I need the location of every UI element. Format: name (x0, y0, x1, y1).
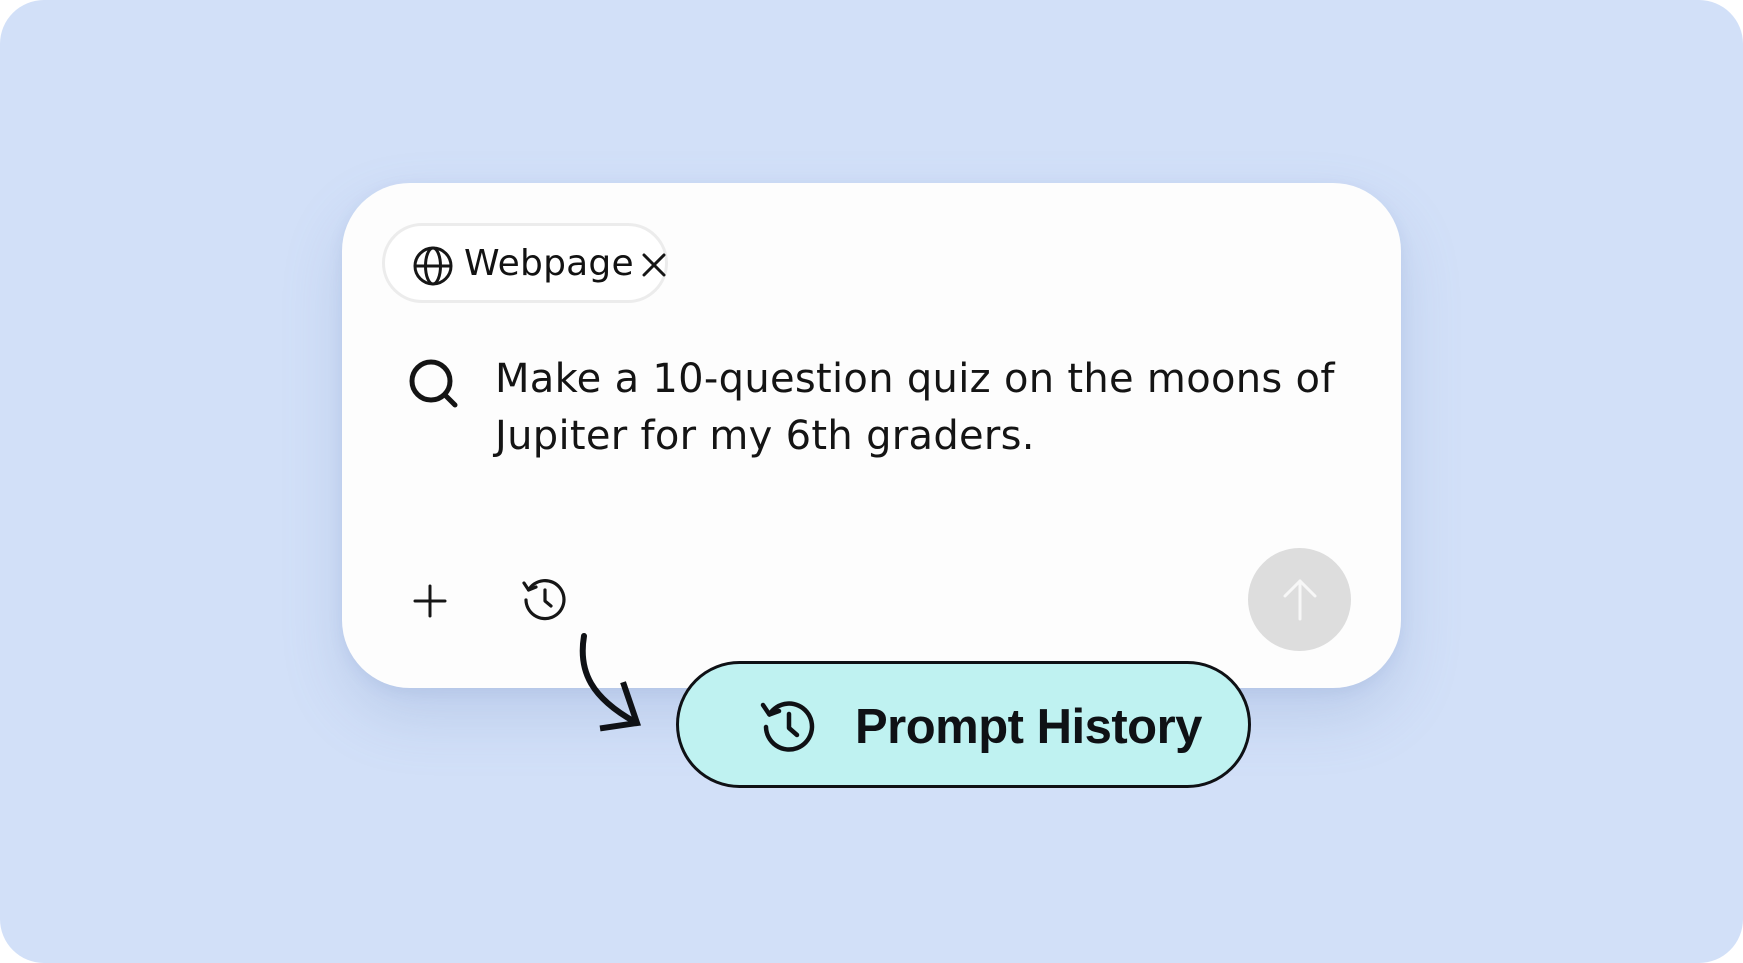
globe-icon (413, 246, 453, 286)
curved-arrow-icon (579, 633, 642, 732)
prompt-history-callout: Prompt History (676, 661, 1251, 788)
history-icon (760, 701, 815, 752)
send-button[interactable] (1248, 548, 1351, 651)
callout-label: Prompt History (855, 700, 1202, 754)
arrow-up-icon (1283, 579, 1317, 621)
canvas-background: Webpage Make a 10-question quiz on the m… (0, 0, 1743, 963)
search-icon (409, 359, 458, 408)
webpage-chip[interactable]: Webpage (382, 223, 668, 303)
close-icon[interactable] (639, 250, 669, 280)
history-icon[interactable] (520, 575, 570, 625)
prompt-input[interactable]: Make a 10-question quiz on the moons of … (495, 351, 1355, 465)
chip-label: Webpage (464, 243, 634, 284)
plus-icon[interactable] (407, 578, 453, 624)
prompt-card: Webpage Make a 10-question quiz on the m… (342, 183, 1401, 688)
